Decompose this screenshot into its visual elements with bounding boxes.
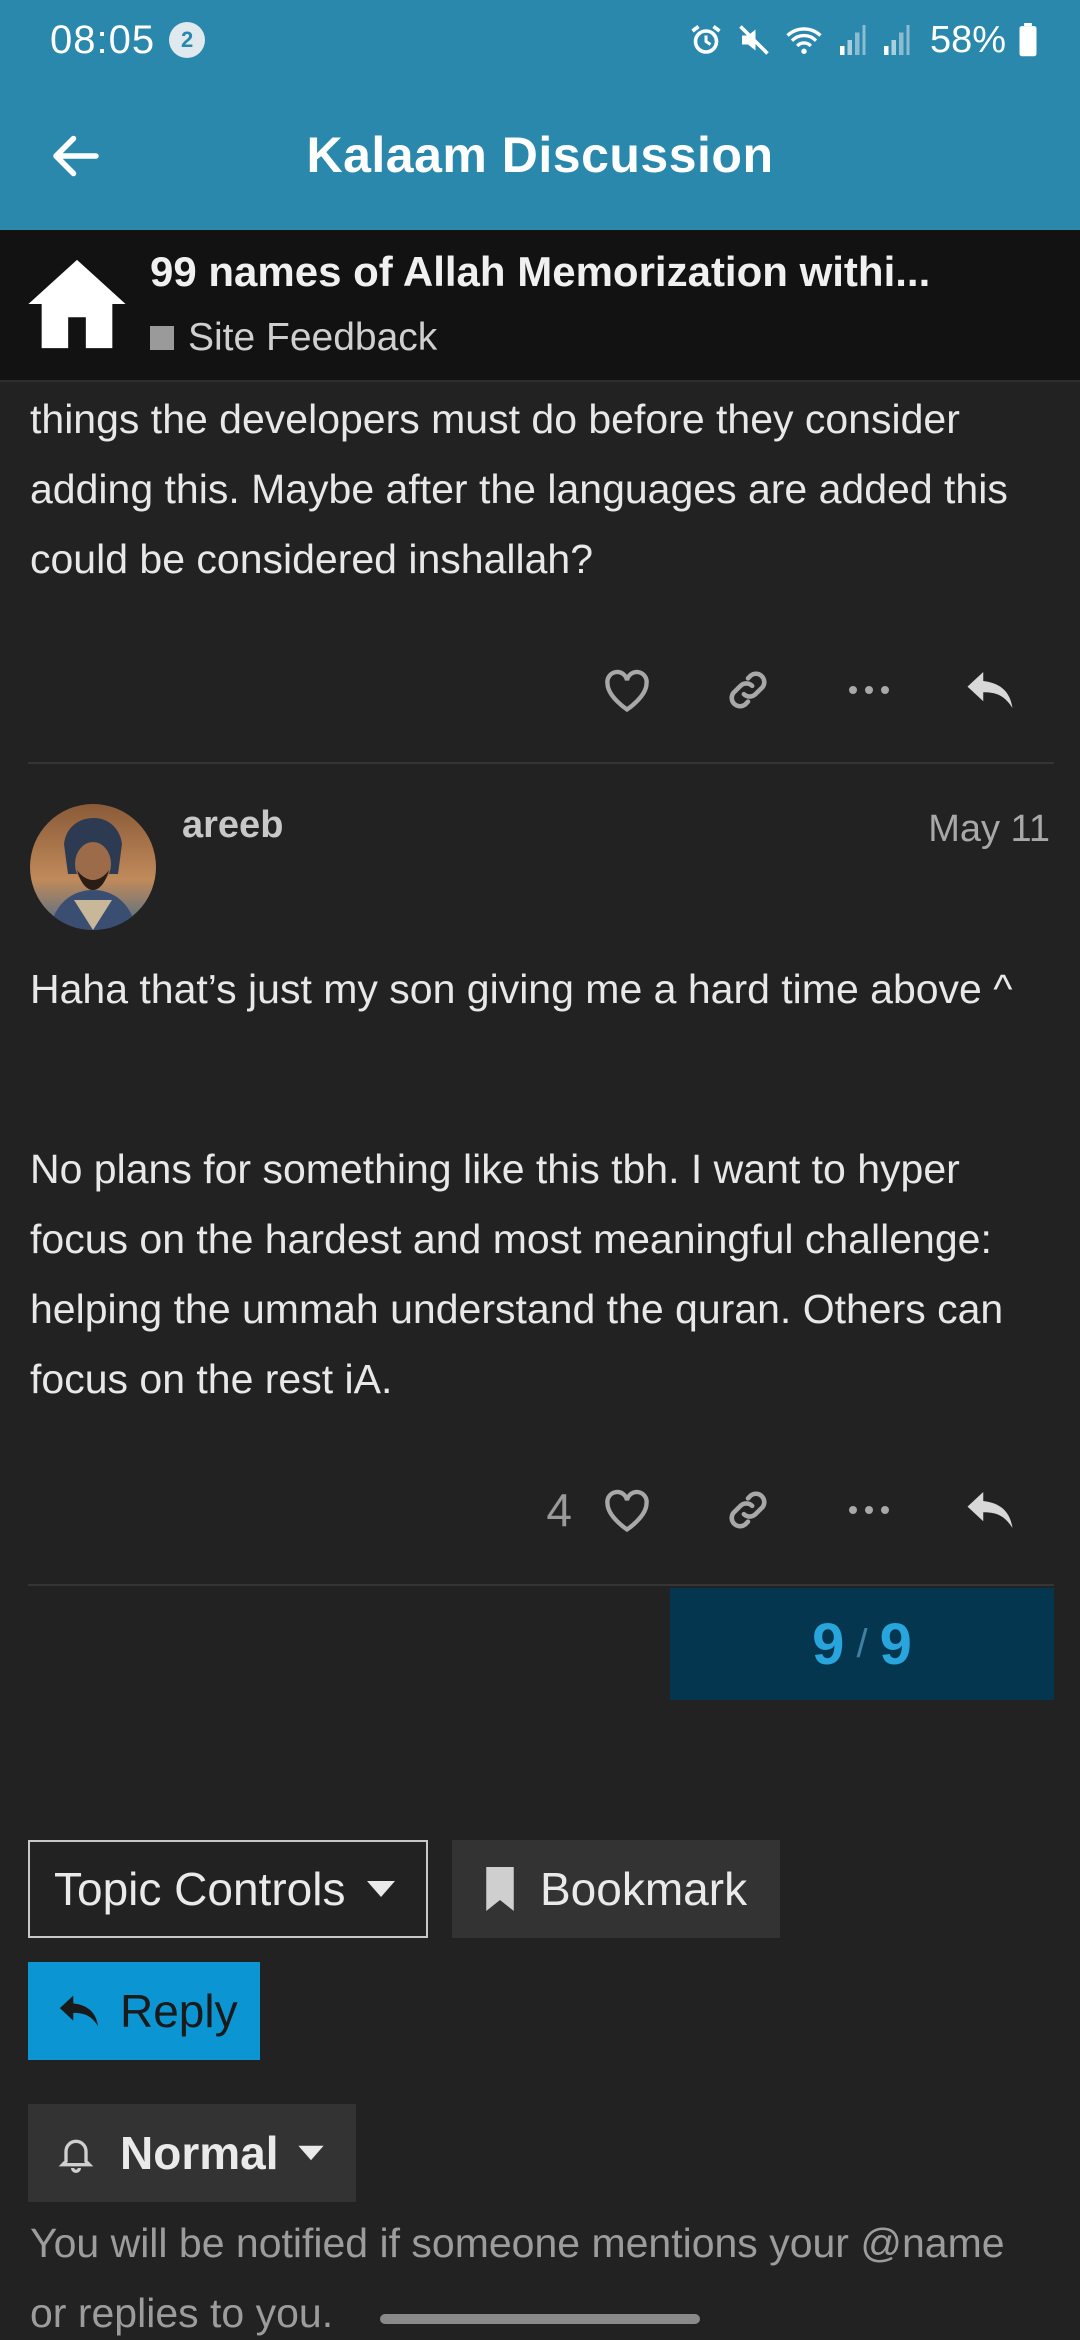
caret-down-icon bbox=[367, 1881, 396, 1897]
mute-icon bbox=[739, 25, 769, 55]
topic-controls-label: Topic Controls bbox=[54, 1863, 346, 1915]
reply-arrow-icon bbox=[967, 672, 1012, 708]
status-bar: 08:05 2 58% bbox=[0, 0, 1080, 80]
link-icon bbox=[728, 1491, 767, 1529]
avatar[interactable] bbox=[30, 804, 156, 930]
signal-icon-2 bbox=[883, 25, 910, 55]
copy-link-button[interactable] bbox=[687, 650, 808, 730]
app-title: Kalaam Discussion bbox=[306, 127, 774, 183]
post-divider bbox=[28, 1584, 1054, 1586]
bookmark-button[interactable]: Bookmark bbox=[452, 1840, 780, 1938]
signal-icon bbox=[839, 25, 866, 55]
battery-icon bbox=[1019, 23, 1037, 57]
progress-separator: / bbox=[856, 1621, 868, 1666]
notification-level-label: Normal bbox=[120, 2127, 279, 2179]
post-paragraph: No plans for something like this tbh. I … bbox=[30, 1146, 1004, 1402]
heart-icon bbox=[604, 1489, 649, 1533]
reply-post-button[interactable] bbox=[929, 1470, 1050, 1550]
copy-link-button[interactable] bbox=[687, 1470, 808, 1550]
progress-current: 9 bbox=[812, 1611, 845, 1677]
page: 08:05 2 58% Kalaam Discussion 99 names o… bbox=[0, 0, 1080, 2340]
status-icons: 58% bbox=[688, 19, 1038, 62]
topic-title[interactable]: 99 names of Allah Memorization withi... bbox=[150, 248, 1050, 296]
bookmark-label: Bookmark bbox=[540, 1863, 748, 1915]
app-header: Kalaam Discussion bbox=[0, 80, 1080, 230]
reply-arrow-icon bbox=[59, 1995, 99, 2027]
more-icon bbox=[848, 686, 889, 694]
category-label: Site Feedback bbox=[188, 316, 438, 359]
notification-count-badge: 2 bbox=[169, 22, 206, 58]
progress-total: 9 bbox=[879, 1611, 912, 1677]
like-button[interactable] bbox=[566, 1470, 687, 1550]
topic-header: 99 names of Allah Memorization withi... … bbox=[0, 230, 1080, 382]
post-actions bbox=[566, 650, 1050, 730]
caret-down-icon bbox=[298, 2145, 325, 2161]
heart-icon bbox=[604, 669, 649, 713]
post-date[interactable]: May 11 bbox=[928, 808, 1050, 851]
notification-level-button[interactable]: Normal bbox=[28, 2104, 356, 2202]
wifi-icon bbox=[786, 27, 822, 54]
home-icon[interactable] bbox=[24, 254, 130, 354]
post-actions: 4 bbox=[546, 1470, 1050, 1550]
topic-controls-button[interactable]: Topic Controls bbox=[28, 1840, 428, 1938]
bookmark-icon bbox=[486, 1867, 514, 1911]
reply-label: Reply bbox=[120, 1985, 238, 2037]
status-time: 08:05 bbox=[50, 17, 156, 62]
back-arrow-icon[interactable] bbox=[46, 126, 106, 186]
username[interactable]: areeb bbox=[182, 804, 283, 847]
more-options-button[interactable] bbox=[808, 650, 929, 730]
post-divider bbox=[28, 762, 1054, 764]
topic-category[interactable]: Site Feedback bbox=[150, 316, 437, 360]
more-options-button[interactable] bbox=[808, 1470, 929, 1550]
alarm-icon bbox=[691, 25, 721, 54]
reply-post-button[interactable] bbox=[929, 650, 1050, 730]
more-icon bbox=[848, 1506, 889, 1514]
reply-button[interactable]: Reply bbox=[28, 1962, 260, 2060]
post-body: things the developers must do before the… bbox=[30, 396, 1008, 582]
topic-progress[interactable]: 9 / 9 bbox=[670, 1588, 1054, 1700]
battery-percent: 58% bbox=[929, 18, 1006, 61]
like-button[interactable] bbox=[566, 650, 687, 730]
link-icon bbox=[728, 671, 767, 709]
reply-arrow-icon bbox=[967, 1492, 1012, 1528]
home-indicator[interactable] bbox=[380, 2314, 700, 2324]
category-swatch bbox=[150, 326, 174, 350]
avatar-image bbox=[30, 804, 156, 930]
bell-icon bbox=[58, 2139, 94, 2173]
post-paragraph: Haha that’s just my son giving me a hard… bbox=[30, 966, 1013, 1012]
